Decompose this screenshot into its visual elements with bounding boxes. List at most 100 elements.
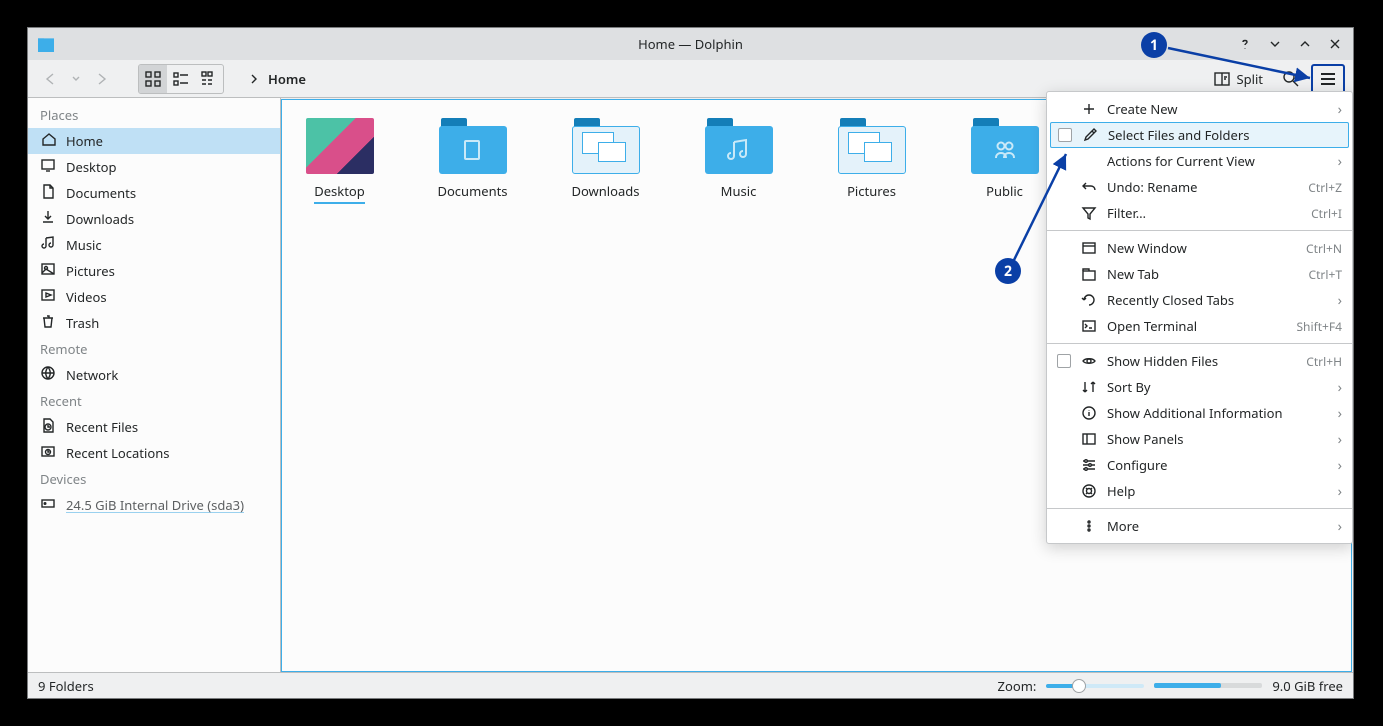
free-space-label: 9.0 GiB free [1272, 677, 1343, 695]
sidebar-item-label: Videos [66, 288, 107, 306]
close-button[interactable] [1327, 36, 1343, 52]
minimize-button[interactable] [1267, 36, 1283, 52]
menu-item-label: New Window [1107, 239, 1296, 257]
file-item[interactable]: Documents [425, 118, 520, 204]
file-item[interactable]: Public [957, 118, 1052, 204]
sidebar-item-trash[interactable]: Trash [28, 310, 280, 336]
sidebar-item-music[interactable]: Music [28, 232, 280, 258]
hamburger-menu-button[interactable] [1311, 64, 1345, 94]
view-details-button[interactable] [195, 65, 223, 93]
sidebar-item-label: Downloads [66, 210, 134, 228]
sidebar-item-network[interactable]: Network [28, 362, 280, 388]
sidebar-item-home[interactable]: Home [28, 128, 280, 154]
app-icon [38, 36, 54, 52]
menu-item-label: Help [1107, 482, 1328, 500]
view-compact-button[interactable] [167, 65, 195, 93]
sidebar-item-label: Pictures [66, 262, 115, 280]
menu-item-label: Undo: Rename [1107, 178, 1298, 196]
maximize-button[interactable] [1297, 36, 1313, 52]
menu-item-recently-closed-tabs[interactable]: Recently Closed Tabs› [1047, 287, 1352, 313]
file-item[interactable]: Downloads [558, 118, 653, 204]
app-window: Home — Dolphin Home Split [27, 27, 1354, 699]
zoom-slider[interactable] [1046, 684, 1144, 688]
menu-item-show-hidden-files[interactable]: Show Hidden FilesCtrl+H [1047, 348, 1352, 374]
zoom-label: Zoom: [998, 677, 1037, 695]
menu-shortcut: Ctrl+I [1311, 205, 1342, 222]
sidebar-item-label: 24.5 GiB Internal Drive (sda3) [66, 496, 244, 514]
file-item[interactable]: Music [691, 118, 786, 204]
split-label: Split [1236, 70, 1263, 88]
places-panel: PlacesHomeDesktopDocumentsDownloadsMusic… [28, 98, 281, 672]
picture-icon [40, 261, 56, 281]
menu-shortcut: Ctrl+Z [1308, 179, 1342, 196]
help-icon [1081, 483, 1097, 499]
menu-item-label: Actions for Current View [1107, 152, 1328, 170]
file-label: Public [986, 182, 1023, 200]
sidebar-item-recent-locations[interactable]: Recent Locations [28, 440, 280, 466]
file-item[interactable]: Pictures [824, 118, 919, 204]
menu-item-label: Show Panels [1107, 430, 1328, 448]
annotation-badge-1: 1 [1141, 32, 1167, 58]
menu-shortcut: Ctrl+T [1308, 266, 1342, 283]
sidebar-item-label: Desktop [66, 158, 117, 176]
menu-checkbox [1058, 128, 1072, 142]
menu-item-actions-for-current-view[interactable]: Actions for Current View › [1047, 148, 1352, 174]
recent-files-icon [40, 417, 56, 437]
menu-item-sort-by[interactable]: Sort By› [1047, 374, 1352, 400]
file-label: Desktop [314, 182, 365, 204]
search-button[interactable] [1277, 65, 1305, 93]
menu-item-label: More [1107, 517, 1328, 535]
back-button[interactable] [36, 65, 64, 93]
menu-item-select-files-and-folders[interactable]: Select Files and Folders [1050, 122, 1349, 148]
breadcrumb[interactable]: Home [248, 70, 306, 88]
menu-item-label: New Tab [1107, 265, 1298, 283]
menu-item-label: Filter… [1107, 204, 1301, 222]
back-history-button[interactable] [70, 65, 82, 93]
panels-icon [1081, 431, 1097, 447]
sidebar-item-24-5-gib-internal-drive-sda3-[interactable]: 24.5 GiB Internal Drive (sda3) [28, 492, 280, 518]
document-icon [40, 183, 56, 203]
recent-locations-icon [40, 443, 56, 463]
menu-item-label: Configure [1107, 456, 1328, 474]
menu-item-more[interactable]: More› [1047, 513, 1352, 539]
menu-item-undo-rename[interactable]: Undo: Rename Ctrl+Z [1047, 174, 1352, 200]
trash-icon [40, 313, 56, 333]
menu-item-create-new[interactable]: Create New› [1047, 96, 1352, 122]
menu-item-filter-[interactable]: Filter… Ctrl+I [1047, 200, 1352, 226]
menu-item-new-window[interactable]: New WindowCtrl+N [1047, 235, 1352, 261]
capacity-bar [1154, 683, 1262, 688]
help-button[interactable] [1237, 36, 1253, 52]
home-icon [40, 131, 56, 151]
window-icon [1081, 240, 1097, 256]
menu-item-open-terminal[interactable]: Open TerminalShift+F4 [1047, 313, 1352, 339]
sidebar-item-desktop[interactable]: Desktop [28, 154, 280, 180]
sidebar-item-documents[interactable]: Documents [28, 180, 280, 206]
sidebar-item-downloads[interactable]: Downloads [28, 206, 280, 232]
split-button[interactable]: Split [1206, 65, 1271, 93]
menu-item-label: Create New [1107, 100, 1328, 118]
file-item[interactable]: Desktop [292, 118, 387, 204]
more-icon [1081, 518, 1097, 534]
menu-item-configure[interactable]: Configure › [1047, 452, 1352, 478]
file-label: Pictures [847, 182, 896, 200]
view-mode-group [138, 64, 224, 94]
sidebar-item-pictures[interactable]: Pictures [28, 258, 280, 284]
sidebar-item-videos[interactable]: Videos [28, 284, 280, 310]
menu-item-show-panels[interactable]: Show Panels› [1047, 426, 1352, 452]
sidebar-item-recent-files[interactable]: Recent Files [28, 414, 280, 440]
menu-item-label: Sort By [1107, 378, 1328, 396]
annotation-badge-2: 2 [995, 258, 1021, 284]
view-icons-button[interactable] [139, 65, 167, 93]
submenu-arrow-icon: › [1338, 152, 1342, 171]
menu-item-help[interactable]: Help› [1047, 478, 1352, 504]
forward-button[interactable] [88, 65, 116, 93]
plus-icon [1081, 101, 1097, 117]
menu-item-show-additional-information[interactable]: Show Additional Information› [1047, 400, 1352, 426]
submenu-arrow-icon: › [1338, 404, 1342, 423]
download-icon [40, 209, 56, 229]
menu-item-new-tab[interactable]: New Tab Ctrl+T [1047, 261, 1352, 287]
network-icon [40, 365, 56, 385]
sidebar-item-label: Recent Locations [66, 444, 169, 462]
sidebar-item-label: Recent Files [66, 418, 138, 436]
submenu-arrow-icon: › [1338, 456, 1342, 475]
